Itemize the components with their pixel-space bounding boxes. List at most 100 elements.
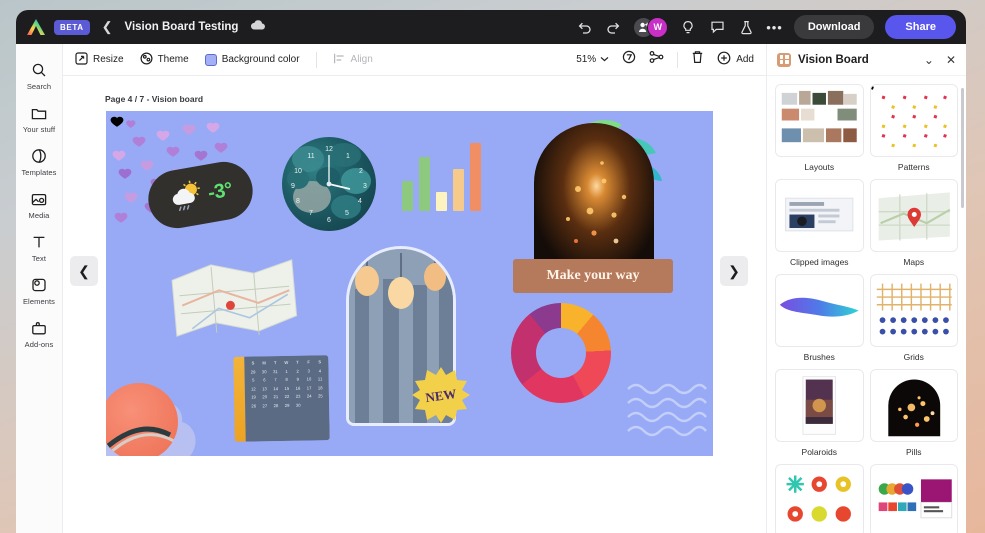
calendar-day: 2 bbox=[296, 368, 299, 374]
tile-maps[interactable]: Maps bbox=[869, 179, 958, 269]
zoom-control[interactable]: 51% bbox=[576, 54, 609, 65]
tile-patterns[interactable]: Patterns bbox=[869, 84, 958, 174]
svg-text:7: 7 bbox=[309, 210, 313, 217]
canvas-toolbar: Resize Theme Background color Align 51% … bbox=[63, 44, 766, 76]
theme-button[interactable]: Theme bbox=[140, 51, 189, 68]
calendar-day: 19 bbox=[251, 394, 256, 400]
redo-icon[interactable] bbox=[604, 18, 622, 36]
document-title[interactable]: Vision Board Testing bbox=[125, 21, 239, 33]
tile-brushes[interactable]: Brushes bbox=[775, 274, 864, 364]
calendar-day: 28 bbox=[273, 403, 279, 409]
theme-icon bbox=[140, 51, 153, 68]
sidebar-item-elements[interactable]: Elements bbox=[16, 269, 63, 312]
tile-grids[interactable]: Grids bbox=[869, 274, 958, 364]
sidebar-item-text[interactable]: Text bbox=[16, 226, 63, 269]
donut-chart[interactable] bbox=[511, 303, 611, 403]
svg-text:5: 5 bbox=[345, 210, 349, 217]
top-bar: BETA ❮ Vision Board Testing W ••• Downlo… bbox=[16, 10, 966, 44]
calendar-grid: S M T W T F S 29 30 31 1 2 3 4 5 6 7 8 9… bbox=[244, 355, 330, 442]
maps-thumb bbox=[869, 179, 958, 253]
pills-thumb bbox=[869, 369, 958, 443]
bar-5 bbox=[470, 142, 481, 211]
tile-label: Patterns bbox=[897, 162, 930, 173]
calendar-day: 3 bbox=[307, 368, 310, 374]
sidebar-item-search[interactable]: Search bbox=[16, 54, 63, 97]
tile-layouts[interactable]: Layouts bbox=[775, 84, 864, 174]
right-panel-actions: ⌄ ✕ bbox=[924, 54, 956, 66]
svg-text:8: 8 bbox=[296, 198, 300, 205]
adobe-express-logo-icon[interactable] bbox=[26, 18, 46, 36]
calendar-day: 9 bbox=[296, 376, 300, 382]
resize-label: Resize bbox=[93, 54, 124, 65]
cloud-saved-icon bbox=[250, 18, 266, 36]
collaborators[interactable]: W bbox=[633, 16, 669, 38]
add-page-button[interactable]: Add bbox=[717, 51, 754, 68]
back-button[interactable]: ❮ bbox=[98, 19, 117, 35]
share-button[interactable]: Share bbox=[885, 15, 956, 39]
undo-icon[interactable] bbox=[575, 18, 593, 36]
calendar-day: 18 bbox=[317, 385, 323, 391]
calendar-day: 10 bbox=[306, 376, 312, 382]
weather-temperature: -3° bbox=[206, 178, 234, 204]
app-window: BETA ❮ Vision Board Testing W ••• Downlo… bbox=[16, 10, 966, 533]
ribbon-banner[interactable]: Make your way bbox=[513, 259, 673, 293]
panel-scrollbar[interactable] bbox=[961, 88, 964, 208]
bar-chart[interactable] bbox=[402, 139, 486, 211]
shapes-thumb bbox=[775, 464, 864, 533]
comment-icon[interactable] bbox=[708, 18, 726, 36]
sidebar-item-your-stuff[interactable]: Your stuff bbox=[16, 97, 63, 140]
chevron-down-icon bbox=[600, 54, 609, 65]
design-canvas[interactable]: -3° 12 1 2 3 4 5 6 7 8 9 10 11 Make your… bbox=[106, 111, 713, 456]
animation-timer-icon[interactable] bbox=[622, 50, 636, 69]
tile-clipped-images[interactable]: Clipped images bbox=[775, 179, 864, 269]
align-button[interactable]: Align bbox=[333, 52, 373, 68]
resize-button[interactable]: Resize bbox=[75, 51, 124, 68]
calendar-widget[interactable]: S M T W T F S 29 30 31 1 2 3 4 5 6 7 8 9… bbox=[233, 355, 330, 442]
background-color-button[interactable]: Background color bbox=[204, 53, 300, 66]
editor-area: Resize Theme Background color Align 51% … bbox=[63, 44, 766, 533]
tile-label: Polaroids bbox=[801, 447, 837, 458]
next-page-button[interactable]: ❯ bbox=[720, 256, 748, 286]
tile-polaroids[interactable]: Polaroids bbox=[775, 369, 864, 459]
tile-pills[interactable]: Pills bbox=[869, 369, 958, 459]
sparkler-arch-image[interactable] bbox=[534, 123, 654, 273]
previous-page-button[interactable]: ❮ bbox=[70, 256, 98, 286]
calendar-header: M bbox=[262, 360, 266, 366]
calendar-day: 20 bbox=[262, 394, 268, 400]
tile-shapes[interactable]: Shapes bbox=[775, 464, 864, 533]
sidebar-item-media[interactable]: Media bbox=[16, 183, 63, 226]
calendar-header: F bbox=[307, 359, 310, 365]
folder-icon bbox=[31, 104, 47, 122]
download-button[interactable]: Download bbox=[793, 15, 875, 39]
sidebar-item-label: Media bbox=[28, 211, 50, 220]
canvas-wrapper: Page 4 / 7 - Vision board ❮ ❯ -3° 12 1 2… bbox=[63, 76, 766, 533]
waves-pattern[interactable] bbox=[626, 381, 708, 443]
lightbulb-icon[interactable] bbox=[679, 18, 697, 36]
calendar-day: 11 bbox=[317, 376, 323, 382]
sidebar-item-templates[interactable]: Templates bbox=[16, 140, 63, 183]
sidebar-item-add-ons[interactable]: Add-ons bbox=[16, 312, 63, 355]
new-badge[interactable]: NEW bbox=[411, 366, 471, 426]
trash-icon[interactable] bbox=[691, 50, 704, 69]
layouts-thumb bbox=[775, 84, 864, 158]
transition-icon[interactable] bbox=[649, 50, 664, 69]
calendar-row: 26 27 28 29 30 bbox=[248, 401, 326, 411]
chevron-down-icon[interactable]: ⌄ bbox=[924, 54, 934, 66]
calendar-day: 17 bbox=[306, 385, 312, 391]
tile-label: Pills bbox=[905, 447, 922, 458]
tile-palettes[interactable]: Palettes bbox=[869, 464, 958, 533]
close-icon[interactable]: ✕ bbox=[946, 54, 956, 66]
calendar-day: 27 bbox=[262, 403, 268, 409]
clock-widget[interactable]: 12 1 2 345 678 9 10 11 bbox=[282, 137, 376, 231]
avatar[interactable]: W bbox=[647, 16, 669, 38]
bar-1 bbox=[402, 180, 413, 211]
palettes-thumb bbox=[869, 464, 958, 533]
more-options-icon[interactable]: ••• bbox=[766, 20, 783, 35]
flask-icon[interactable] bbox=[737, 18, 755, 36]
calendar-day: 14 bbox=[273, 385, 279, 391]
tile-label: Layouts bbox=[804, 162, 835, 173]
svg-text:4: 4 bbox=[358, 198, 362, 205]
folded-map-image[interactable] bbox=[169, 256, 300, 345]
calendar-header: W bbox=[284, 359, 289, 365]
top-bar-actions: W ••• Download Share bbox=[575, 15, 956, 39]
